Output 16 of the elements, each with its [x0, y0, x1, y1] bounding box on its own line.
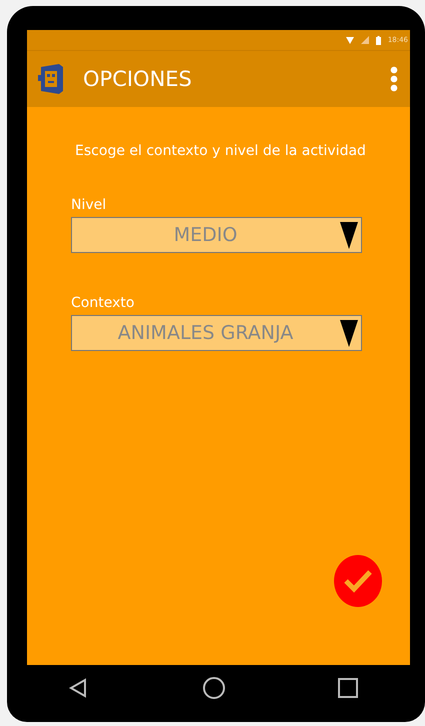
- signal-icon: [360, 36, 369, 44]
- dropdown-arrow-icon: [339, 220, 359, 250]
- battery-icon: [376, 36, 381, 44]
- recent-apps-icon[interactable]: [338, 678, 358, 698]
- dropdown-arrow-icon: [339, 318, 359, 348]
- instruction-text: Escoge el contexto y nivel de la actividad: [74, 143, 367, 159]
- home-icon[interactable]: [202, 676, 226, 700]
- check-icon: [343, 568, 373, 594]
- app-title: OPCIONES: [83, 67, 193, 91]
- field-label: Nivel: [71, 197, 108, 213]
- dropdown[interactable]: MEDIO: [71, 217, 362, 253]
- more-menu-icon[interactable]: [390, 66, 398, 92]
- back-icon[interactable]: [67, 677, 89, 699]
- wifi-icon: [346, 36, 354, 44]
- dropdown[interactable]: ANIMALES GRANJA: [71, 315, 362, 351]
- field-label: Contexto: [71, 295, 136, 311]
